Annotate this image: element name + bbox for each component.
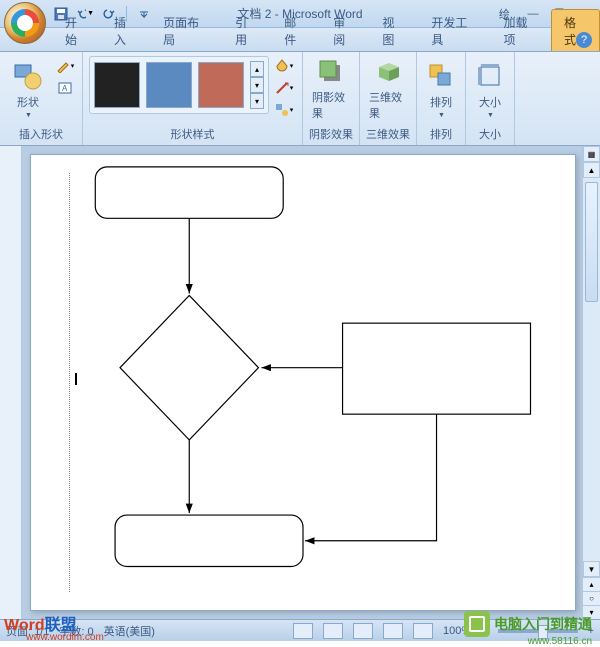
edit-shape-icon[interactable]: ▾ <box>54 56 76 76</box>
group-size: 大小▼ 大小 <box>466 52 515 145</box>
watermark-logo-icon <box>464 611 490 637</box>
group-label-insert-shapes: 插入形状 <box>6 124 76 143</box>
shape-decision <box>120 295 258 439</box>
document-area: ▦ ▲ ▼ ▴ ○ ▾ <box>0 146 600 619</box>
svg-text:A: A <box>62 84 68 93</box>
shapes-button[interactable]: 形状▼ <box>6 56 50 122</box>
document-scroll: ▦ ▲ ▼ ▴ ○ ▾ <box>22 146 600 619</box>
cube-icon <box>372 57 404 87</box>
group-label-shape-styles: 形状样式 <box>89 124 296 143</box>
tab-references[interactable]: 引用 <box>222 9 271 51</box>
tab-addins[interactable]: 加载项 <box>490 9 551 51</box>
shape-outline-icon[interactable]: ▾ <box>273 78 295 98</box>
group-label-size: 大小 <box>472 124 508 143</box>
view-print-layout-icon[interactable] <box>293 623 313 639</box>
group-insert-shapes: 形状▼ ▾ A 插入形状 <box>0 52 83 145</box>
watermark-wordlm: Word联盟 www.wordlm.com <box>4 611 77 635</box>
scroll-up-icon[interactable]: ▲ <box>583 162 600 178</box>
style-blue[interactable] <box>146 62 192 108</box>
ribbon-tabs: 开始 插入 页面布局 引用 邮件 审阅 视图 开发工具 加载项 格式 ? <box>0 28 600 52</box>
tab-view[interactable]: 视图 <box>369 9 418 51</box>
group-label-arrange: 排列 <box>423 124 459 143</box>
scroll-thumb[interactable] <box>585 182 598 302</box>
shadow-effects-button[interactable]: 阴影效果 <box>309 56 353 122</box>
change-shape-icon[interactable]: ▾ <box>273 100 295 120</box>
help-icon[interactable]: ? <box>576 32 592 48</box>
text-box-icon[interactable]: A <box>54 78 76 98</box>
tab-mail[interactable]: 邮件 <box>271 9 320 51</box>
tab-format[interactable]: 格式 <box>551 9 600 51</box>
tab-layout[interactable]: 页面布局 <box>150 9 222 51</box>
browse-object-icon[interactable]: ○ <box>583 591 600 605</box>
view-web-layout-icon[interactable] <box>353 623 373 639</box>
tab-insert[interactable]: 插入 <box>101 9 150 51</box>
watermark-58116: 电脑入门到精通 www.58116.cn <box>464 611 592 637</box>
scroll-down-icon[interactable]: ▼ <box>583 561 600 577</box>
group-arrange: 排列▼ 排列 <box>417 52 466 145</box>
arrange-icon <box>425 60 457 92</box>
shape-terminator-top <box>95 167 283 218</box>
flowchart-drawing[interactable] <box>31 155 575 610</box>
office-button[interactable] <box>4 2 46 44</box>
style-black[interactable] <box>94 62 140 108</box>
group-shape-styles: ▴▾▾ ▾ ▾ ▾ 形状样式 <box>83 52 303 145</box>
group-label-3d: 三维效果 <box>366 124 410 143</box>
view-draft-icon[interactable] <box>413 623 433 639</box>
shapes-icon <box>12 60 44 92</box>
ruler-toggle-icon[interactable]: ▦ <box>583 146 600 162</box>
3d-effects-button[interactable]: 三维效果 <box>366 56 410 122</box>
arrange-button[interactable]: 排列▼ <box>423 56 459 122</box>
vertical-ruler[interactable] <box>0 146 22 619</box>
tab-home[interactable]: 开始 <box>52 9 101 51</box>
vertical-scrollbar[interactable]: ▦ ▲ ▼ ▴ ○ ▾ <box>582 146 600 619</box>
status-language[interactable]: 英语(美国) <box>104 623 155 639</box>
page[interactable] <box>30 154 576 611</box>
shadow-icon <box>315 57 347 87</box>
shape-process-right <box>343 323 531 414</box>
style-red[interactable] <box>198 62 244 108</box>
style-gallery[interactable]: ▴▾▾ <box>89 56 269 114</box>
group-3d: 三维效果 三维效果 <box>360 52 417 145</box>
view-full-screen-icon[interactable] <box>323 623 343 639</box>
shape-fill-icon[interactable]: ▾ <box>273 56 295 76</box>
group-label-shadow: 阴影效果 <box>309 124 353 143</box>
ribbon: 形状▼ ▾ A 插入形状 ▴▾▾ ▾ ▾ ▾ 形状样式 <box>0 52 600 146</box>
gallery-scroll[interactable]: ▴▾▾ <box>250 61 264 109</box>
tab-developer[interactable]: 开发工具 <box>418 9 490 51</box>
shape-terminator-bottom <box>115 515 303 566</box>
size-icon <box>474 60 506 92</box>
view-outline-icon[interactable] <box>383 623 403 639</box>
group-shadow: 阴影效果 阴影效果 <box>303 52 360 145</box>
size-button[interactable]: 大小▼ <box>472 56 508 122</box>
prev-page-icon[interactable]: ▴ <box>583 577 600 591</box>
tab-review[interactable]: 审阅 <box>320 9 369 51</box>
